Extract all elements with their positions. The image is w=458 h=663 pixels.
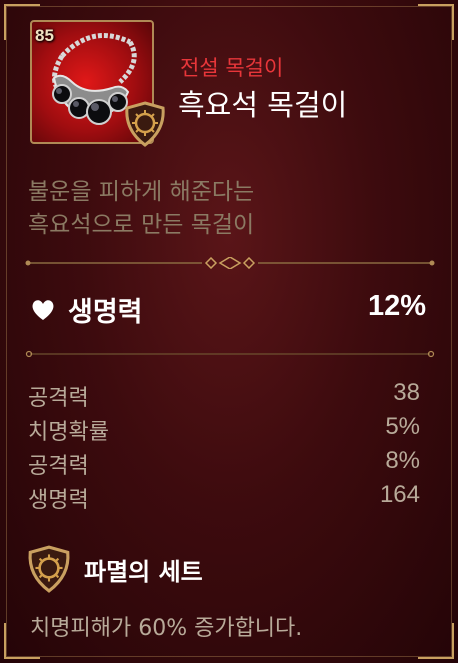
sub-stat-row: 공격력 38 bbox=[28, 379, 420, 414]
main-stat-value: 12% bbox=[367, 290, 426, 322]
sub-stat-row: 치명확률 5% bbox=[28, 413, 420, 448]
flavor-text-line: 흑요석으로 만든 목걸이 bbox=[28, 212, 255, 238]
destruction-set-emblem-icon bbox=[28, 545, 70, 593]
main-stat-row: 생명력 12% bbox=[30, 290, 426, 328]
item-name: 흑요석 목걸이 bbox=[178, 88, 348, 122]
sub-stats-list: 공격력 38 치명확률 5% 공격력 8% 생명력 164 bbox=[28, 379, 420, 516]
sub-stat-value: 164 bbox=[379, 481, 420, 508]
item-grade-label: 전설 목걸이 bbox=[180, 56, 284, 80]
sub-stat-label: 생명력 bbox=[28, 488, 89, 513]
sub-stat-row: 생명력 164 bbox=[28, 481, 420, 516]
main-stat-label: 생명력 bbox=[68, 297, 143, 328]
frame-corner bbox=[418, 623, 454, 659]
stat-divider bbox=[25, 350, 435, 358]
set-emblem-icon bbox=[125, 101, 165, 147]
frame-corner bbox=[418, 4, 454, 40]
sub-stat-value: 38 bbox=[393, 379, 420, 406]
sub-stat-value: 5% bbox=[385, 413, 420, 440]
flavor-text-line: 불운을 피하게 해준다는 bbox=[28, 179, 255, 205]
ornate-divider bbox=[25, 257, 435, 269]
item-level-badge: 85 bbox=[35, 26, 54, 45]
sub-stat-label: 치명확률 bbox=[28, 420, 109, 445]
flavor-text: 불운을 피하게 해준다는 흑요석으로 만든 목걸이 bbox=[28, 176, 428, 242]
sub-stat-label: 공격력 bbox=[28, 454, 89, 479]
set-name: 파멸의 세트 bbox=[84, 558, 203, 586]
heart-icon bbox=[32, 300, 54, 320]
set-bonus-header: 파멸의 세트 bbox=[22, 544, 422, 593]
sub-stat-value: 8% bbox=[385, 447, 420, 474]
set-bonus-description: 치명피해가 60% 증가합니다. bbox=[30, 616, 303, 641]
sub-stat-label: 공격력 bbox=[28, 386, 89, 411]
sub-stat-row: 공격력 8% bbox=[28, 447, 420, 482]
